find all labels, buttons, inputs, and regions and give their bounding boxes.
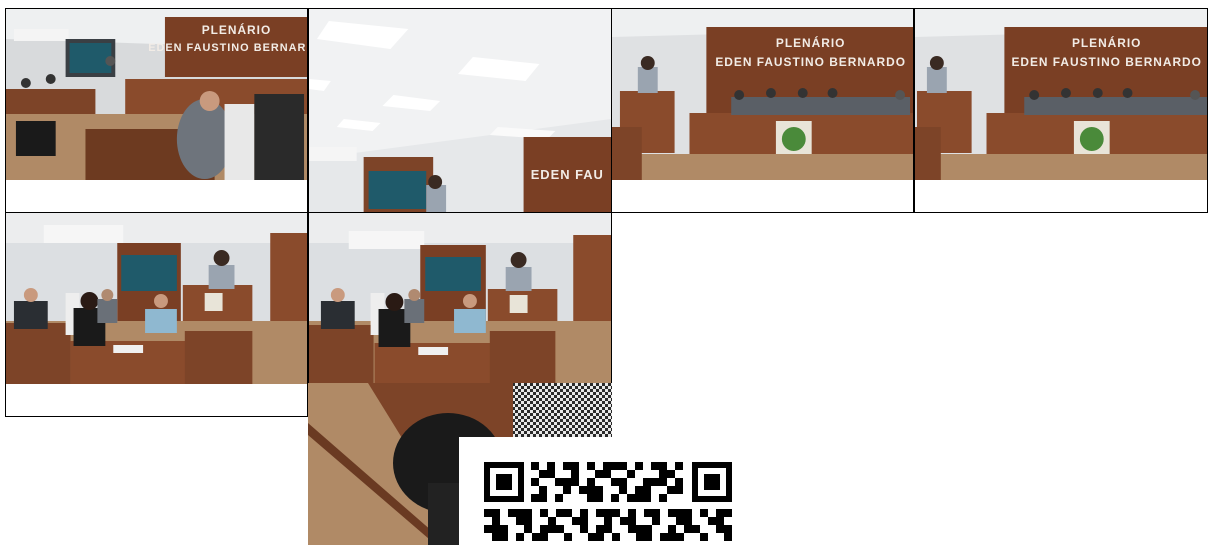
photo-ceiling-lights: EDEN FAU: [309, 9, 611, 212]
photo-cell-3: PLENÁRIO EDEN FAUSTINO BERNARDO: [611, 8, 914, 213]
photo-cell-5: [5, 212, 308, 417]
sign-line2: EDEN FAUSTINO BERNARDO: [715, 55, 906, 69]
photo-plenary-wide: PLENÁRIO EDEN FAUSTINO BERNARDO: [6, 9, 307, 180]
sign-line1: PLENÁRIO: [202, 22, 272, 37]
photo-plenary-front: PLENÁRIO EDEN FAUSTINO BERNARDO: [612, 9, 913, 180]
sign-line2: EDEN FAUSTINO BERNARDO: [148, 42, 307, 54]
sign-line2: EDEN FAU: [531, 167, 604, 182]
sign-line1: PLENÁRIO: [1072, 35, 1141, 50]
photo-cell-4: PLENÁRIO EDEN FAUSTINO BERNARDO: [914, 8, 1208, 213]
qr-code-icon: [459, 437, 757, 545]
photo-cell-2: EDEN FAU: [308, 8, 612, 213]
sign-line2: EDEN FAUSTINO BERNARDO: [1011, 55, 1201, 69]
photo-session-desks-2: [309, 213, 611, 384]
photo-session-desks: [6, 213, 307, 384]
photo-cell-1: PLENÁRIO EDEN FAUSTINO BERNARDO: [5, 8, 308, 213]
photo-plenary-front-2: PLENÁRIO EDEN FAUSTINO BERNARDO: [915, 9, 1207, 180]
sign-line1: PLENÁRIO: [776, 35, 846, 50]
